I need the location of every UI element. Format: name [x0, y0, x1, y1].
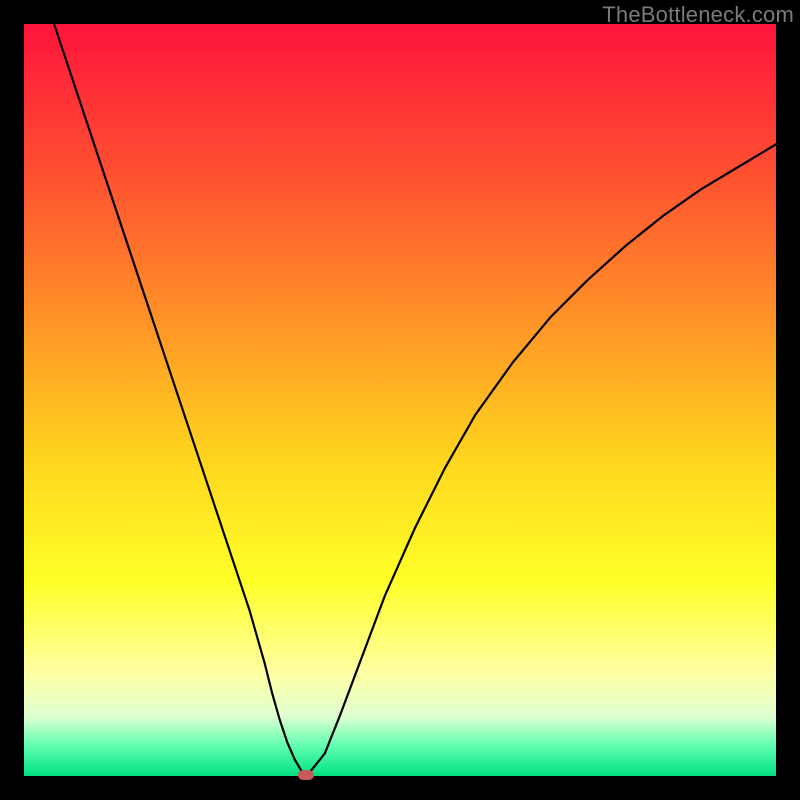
watermark-text: TheBottleneck.com	[602, 2, 794, 28]
bottleneck-curve	[24, 24, 776, 776]
minimum-marker	[298, 770, 314, 780]
chart-plot-area	[24, 24, 776, 776]
